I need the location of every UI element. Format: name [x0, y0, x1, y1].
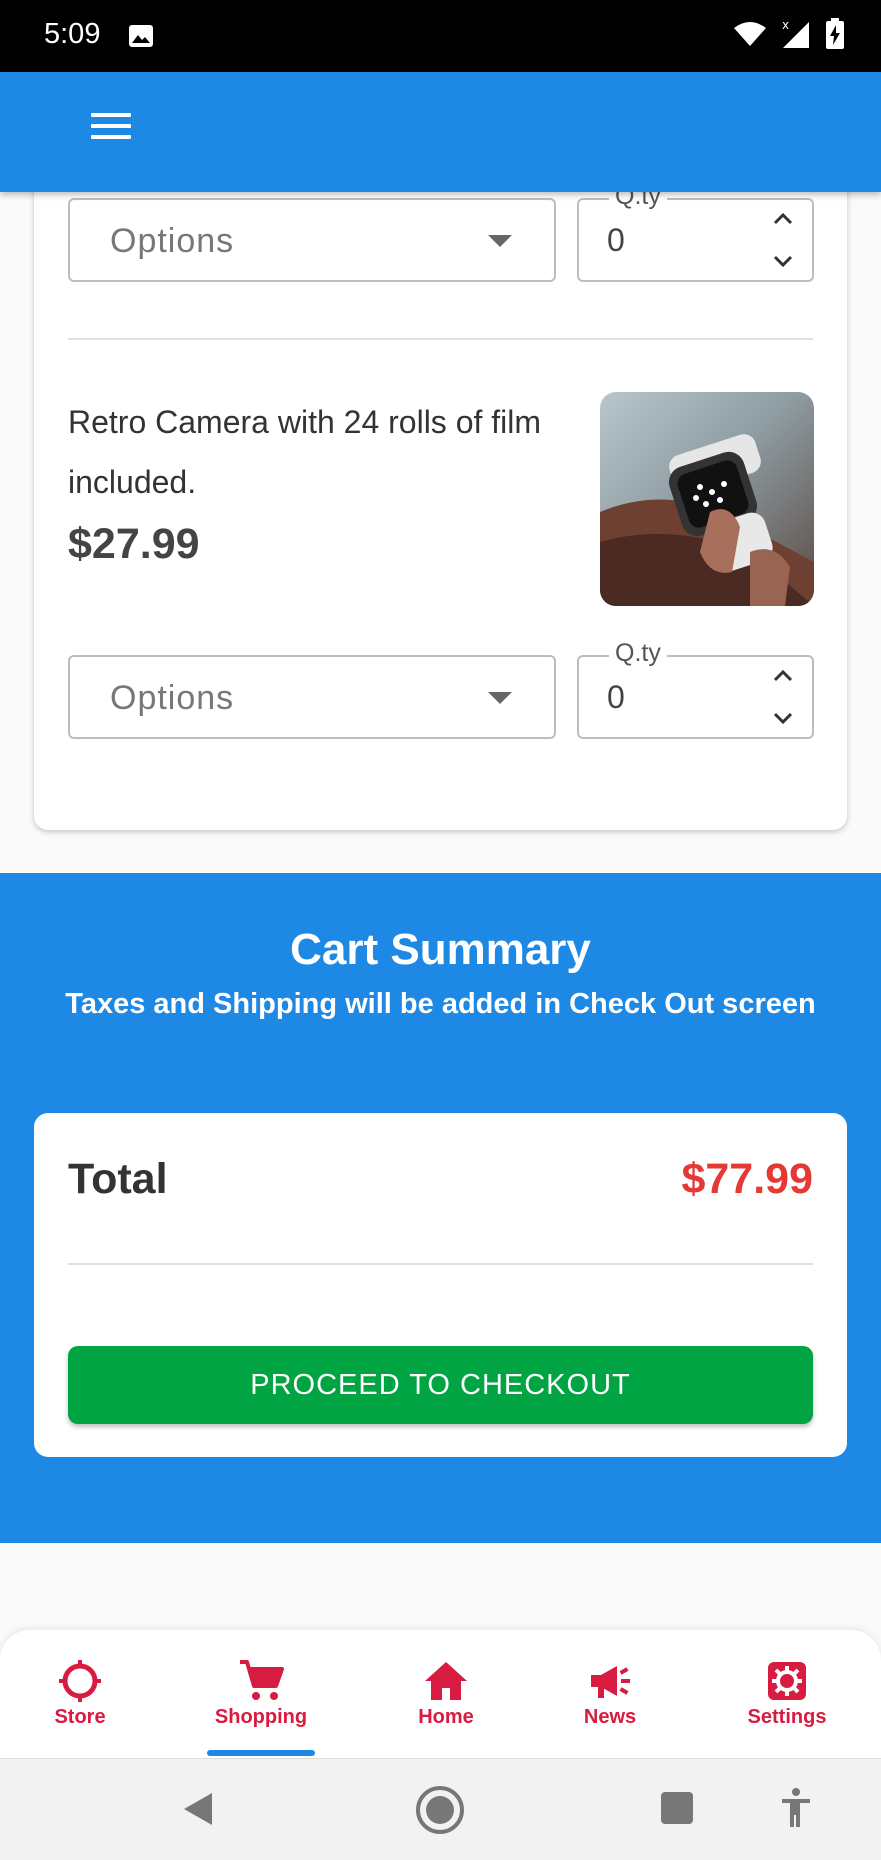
caret-down-icon	[488, 235, 512, 247]
app-bar	[0, 72, 881, 192]
cart-summary-title: Cart Summary	[290, 925, 591, 974]
options-label: Options	[110, 679, 235, 717]
divider	[68, 1263, 813, 1265]
target-icon	[59, 1660, 101, 1702]
options-dropdown[interactable]: Options	[68, 655, 556, 739]
home-icon	[425, 1662, 467, 1700]
system-navigation-bar	[0, 1758, 881, 1860]
qty-value[interactable]: 0	[607, 679, 625, 716]
nav-label-news: News	[583, 1706, 637, 1728]
chevron-down-icon[interactable]	[772, 250, 794, 272]
cart-summary-section: Cart Summary Taxes and Shipping will be …	[0, 873, 881, 1543]
image-icon	[129, 25, 153, 47]
nav-label-store: Store	[54, 1706, 106, 1728]
total-card: Total $77.99 PROCEED TO CHECKOUT	[34, 1113, 847, 1457]
status-bar: 5:09 x	[0, 0, 881, 72]
bottom-navigation: Store Shopping Home News Settings	[0, 1630, 881, 1758]
product-image[interactable]	[600, 392, 814, 606]
nav-item-store[interactable]: Store	[10, 1658, 150, 1729]
nav-label-shopping: Shopping	[214, 1706, 308, 1728]
total-value: $77.99	[681, 1155, 813, 1203]
signal-icon: x	[782, 18, 809, 48]
megaphone-icon	[591, 1666, 630, 1698]
nav-item-home[interactable]: Home	[376, 1658, 516, 1729]
accessibility-icon[interactable]	[780, 1787, 812, 1829]
recents-icon[interactable]	[660, 1791, 694, 1825]
wifi-icon	[734, 22, 766, 46]
proceed-to-checkout-button[interactable]: PROCEED TO CHECKOUT	[68, 1346, 813, 1424]
product-price: $27.99	[68, 520, 200, 568]
status-time: 5:09	[44, 18, 101, 50]
nav-item-news[interactable]: News	[540, 1658, 680, 1729]
settings-icon	[768, 1662, 806, 1700]
cart-summary-subtitle: Taxes and Shipping will be added in Chec…	[65, 988, 816, 1020]
back-icon[interactable]	[180, 1789, 216, 1829]
home-circle-icon[interactable]	[415, 1785, 465, 1835]
options-dropdown[interactable]: Options	[68, 198, 556, 282]
product-card: Options Q.ty 0 Retro Camera with 24 roll…	[34, 150, 847, 830]
chevron-up-icon[interactable]	[772, 208, 794, 230]
smartwatch-photo	[600, 392, 814, 606]
svg-text:x: x	[782, 18, 789, 32]
total-label: Total	[68, 1155, 168, 1203]
status-icons: x	[733, 18, 845, 50]
caret-down-icon	[488, 692, 512, 704]
nav-label-settings: Settings	[747, 1706, 827, 1728]
options-label: Options	[110, 222, 235, 260]
chevron-down-icon[interactable]	[772, 707, 794, 729]
active-tab-indicator	[207, 1750, 315, 1756]
qty-value[interactable]: 0	[607, 222, 625, 259]
quantity-stepper[interactable]: Q.ty 0	[577, 639, 814, 739]
quantity-stepper[interactable]: Q.ty 0	[577, 182, 814, 282]
battery-charging-icon	[826, 18, 844, 49]
qty-label: Q.ty	[609, 639, 667, 668]
nav-label-home: Home	[418, 1706, 474, 1728]
chevron-up-icon[interactable]	[772, 665, 794, 687]
nav-item-settings[interactable]: Settings	[717, 1658, 857, 1729]
divider	[68, 338, 813, 340]
cart-icon	[240, 1660, 284, 1700]
product-title: Retro Camera with 24 rolls of film inclu…	[68, 404, 542, 500]
nav-item-shopping[interactable]: Shopping	[191, 1658, 331, 1729]
hamburger-menu-icon[interactable]	[82, 106, 140, 158]
